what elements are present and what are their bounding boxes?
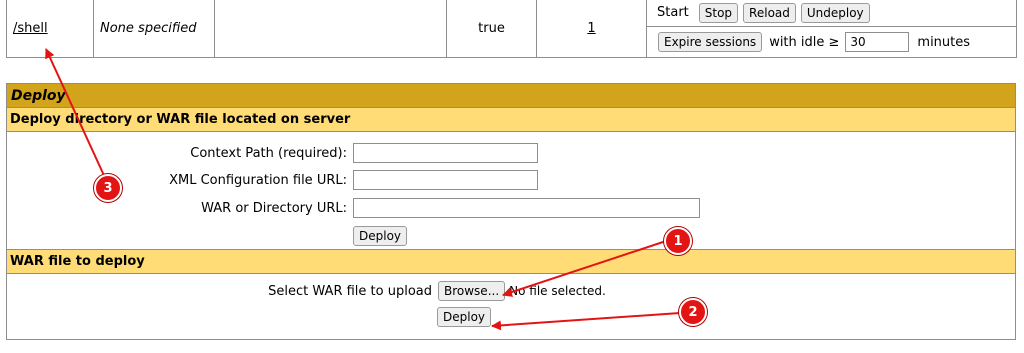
war-dir-input[interactable] bbox=[353, 198, 700, 218]
undeploy-button[interactable]: Undeploy bbox=[800, 2, 870, 23]
stop-button[interactable]: Stop bbox=[698, 2, 739, 23]
application-row: /shell None specified true 1 Start Stop … bbox=[6, 0, 1017, 58]
xml-config-row: XML Configuration file URL: bbox=[7, 170, 538, 190]
app-running-value: true bbox=[478, 20, 505, 36]
expire-sessions-row: Expire sessions with idle ≥ 30 minutes bbox=[647, 27, 1016, 57]
upload-deploy-title: WAR file to deploy bbox=[7, 250, 1015, 274]
expire-sessions-button[interactable]: Expire sessions bbox=[658, 32, 763, 52]
upload-deploy-button-row: Deploy bbox=[437, 307, 496, 327]
with-idle-label: with idle ≥ bbox=[769, 34, 840, 50]
app-sessions-cell: 1 bbox=[536, 0, 647, 58]
xml-config-input[interactable] bbox=[353, 170, 538, 190]
start-label: Start bbox=[657, 5, 689, 20]
app-display-name: None specified bbox=[100, 20, 197, 36]
browse-button[interactable]: Browse... bbox=[438, 281, 506, 301]
app-path-link[interactable]: /shell bbox=[13, 21, 48, 36]
minutes-label: minutes bbox=[917, 34, 971, 50]
deploy-title: Deploy bbox=[7, 84, 1015, 108]
select-war-label: Select WAR file to upload bbox=[268, 283, 432, 299]
annotation-badge-1: 1 bbox=[664, 227, 692, 255]
server-deploy-button[interactable]: Deploy bbox=[353, 226, 408, 246]
app-path-cell: /shell bbox=[6, 0, 94, 58]
context-path-input[interactable] bbox=[353, 143, 538, 163]
reload-button[interactable]: Reload bbox=[743, 2, 796, 23]
context-path-label: Context Path (required): bbox=[190, 145, 347, 161]
server-deploy-title: Deploy directory or WAR file located on … bbox=[7, 108, 1015, 132]
upload-deploy-form: Select WAR file to upload Browse... No f… bbox=[7, 274, 1015, 339]
war-dir-label: WAR or Directory URL: bbox=[201, 200, 347, 216]
app-commands-row: Start Stop Reload Undeploy bbox=[647, 0, 1016, 27]
xml-config-label: XML Configuration file URL: bbox=[169, 172, 347, 188]
upload-file-row: Select WAR file to upload Browse... No f… bbox=[7, 281, 606, 301]
context-path-row: Context Path (required): bbox=[7, 143, 538, 163]
app-description-cell bbox=[214, 0, 447, 58]
deploy-panel: Deploy Deploy directory or WAR file loca… bbox=[6, 83, 1016, 340]
annotation-badge-2: 2 bbox=[679, 298, 707, 326]
app-sessions-link[interactable]: 1 bbox=[587, 21, 595, 36]
idle-minutes-input[interactable]: 30 bbox=[845, 32, 910, 52]
app-running-cell: true bbox=[446, 0, 537, 58]
server-deploy-form: Context Path (required): XML Configurati… bbox=[7, 132, 1015, 250]
annotation-badge-3: 3 bbox=[94, 174, 122, 202]
app-commands-cell: Start Stop Reload Undeploy Expire sessio… bbox=[646, 0, 1017, 58]
server-deploy-button-row: Deploy bbox=[353, 226, 412, 246]
upload-deploy-button[interactable]: Deploy bbox=[437, 307, 492, 327]
app-display-name-cell: None specified bbox=[93, 0, 215, 58]
file-status-text: No file selected. bbox=[509, 284, 606, 298]
